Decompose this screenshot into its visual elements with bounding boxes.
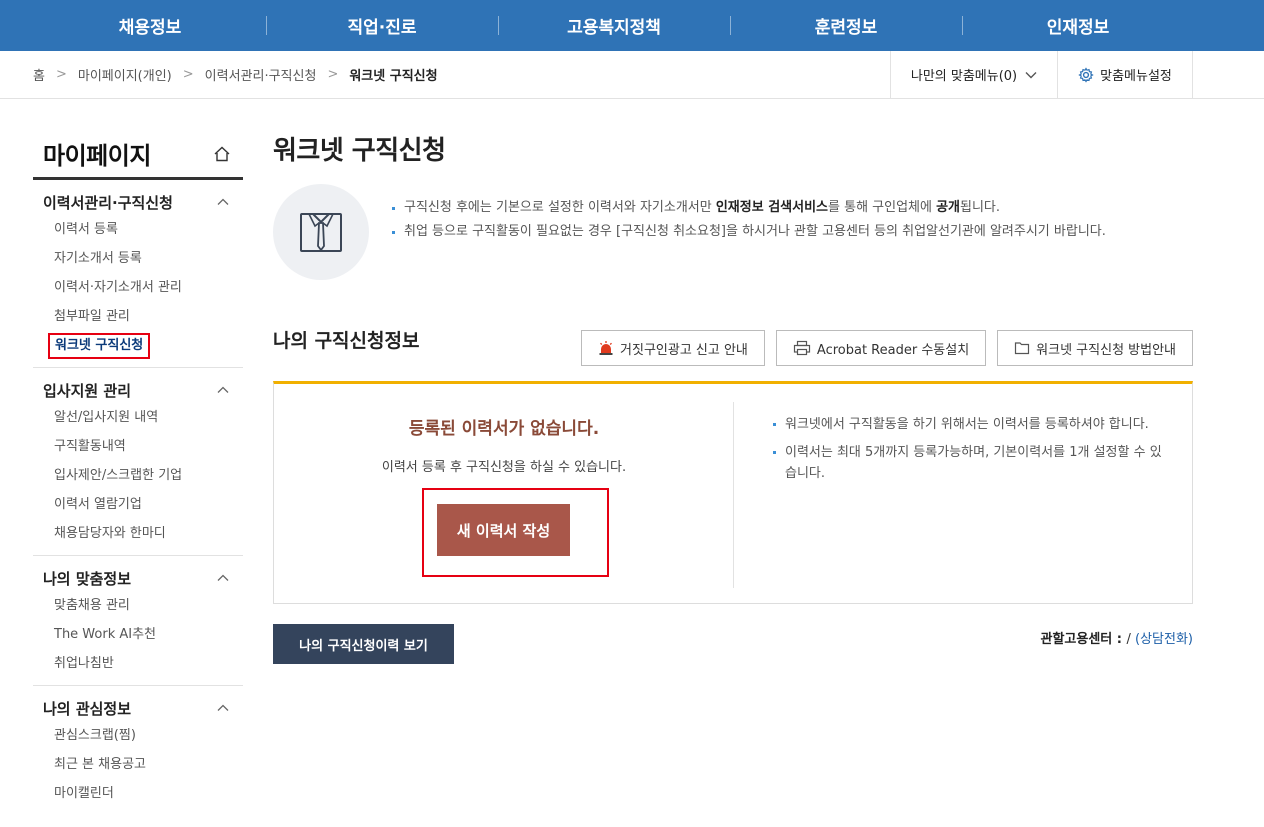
- chevron-up-icon: [217, 386, 229, 393]
- chevron-down-icon: [1025, 71, 1037, 78]
- empty-resume-panel: 등록된 이력서가 없습니다. 이력서 등록 후 구직신청을 하실 수 있습니다.…: [274, 384, 734, 604]
- breadcrumb-home[interactable]: 홈: [33, 65, 45, 84]
- employment-center-info: 관할고용센터 : / (상담전화): [1040, 628, 1193, 647]
- my-menu-dropdown[interactable]: 나만의 맞춤메뉴(0): [890, 51, 1058, 98]
- acrobat-install-button[interactable]: Acrobat Reader 수동설치: [775, 330, 987, 366]
- sidebar-group-title: 입사지원 관리: [43, 381, 132, 400]
- info-list: 구직신청 후에는 기본으로 설정한 이력서와 자기소개서만 인재정보 검색서비스…: [391, 196, 1191, 244]
- sidebar-item-attachment[interactable]: 첨부파일 관리: [33, 302, 243, 331]
- sidebar-item[interactable]: 입사제안/스크랩한 기업: [33, 461, 243, 490]
- breadcrumb-resume[interactable]: 이력서관리·구직신청: [205, 65, 317, 84]
- shirt-tie-icon: [300, 213, 342, 252]
- sidebar-item[interactable]: 관심스크랩(찜): [33, 721, 243, 750]
- breadcrumb: 홈 > 마이페이지(개인) > 이력서관리·구직신청 > 워크넷 구직신청: [33, 51, 438, 98]
- apply-history-button[interactable]: 나의 구직신청이력 보기: [273, 624, 454, 664]
- info-item: 취업 등으로 구직활동이 필요없는 경우 [구직신청 취소요청]을 하시거나 관…: [391, 220, 1191, 244]
- chevron-right-icon: >: [182, 67, 194, 82]
- gear-icon: [1078, 66, 1094, 83]
- sidebar-item[interactable]: 마이캘린더: [33, 779, 243, 808]
- sidebar-group-apply: 입사지원 관리 알선/입사지원 내역 구직활동내역 입사제안/스크랩한 기업 이…: [33, 368, 243, 556]
- sidebar-item[interactable]: The Work AI추천: [33, 620, 243, 649]
- resume-notes: 워크넷에서 구직활동을 하기 위해서는 이력서를 등록하셔야 합니다. 이력서는…: [772, 414, 1172, 491]
- sidebar-item[interactable]: 알선/입사지원 내역: [33, 403, 243, 432]
- printer-icon: [793, 340, 811, 356]
- sidebar-group-title: 이력서관리·구직신청: [43, 193, 173, 212]
- center-phone-link[interactable]: (상담전화): [1135, 632, 1193, 647]
- new-resume-button[interactable]: 새 이력서 작성: [437, 504, 570, 556]
- section-buttons: 거짓구인광고 신고 안내 Acrobat Reader 수동설치 워크넷 구직신…: [581, 330, 1193, 366]
- nav-jobs[interactable]: 채용정보: [34, 0, 266, 51]
- chevron-up-icon: [217, 574, 229, 581]
- note-item: 워크넷에서 구직활동을 하기 위해서는 이력서를 등록하셔야 합니다.: [772, 414, 1172, 435]
- siren-icon: [599, 341, 613, 355]
- sidebar-group-title: 나의 관심정보: [43, 699, 132, 718]
- apply-info-box: 등록된 이력서가 없습니다. 이력서 등록 후 구직신청을 하실 수 있습니다.…: [273, 381, 1193, 604]
- breadcrumb-bar: 홈 > 마이페이지(개인) > 이력서관리·구직신청 > 워크넷 구직신청 나만…: [0, 51, 1264, 99]
- nav-talent[interactable]: 인재정보: [962, 0, 1194, 51]
- breadcrumb-current: 워크넷 구직신청: [349, 69, 438, 84]
- note-item: 이력서는 최대 5개까지 등록가능하며, 기본이력서를 1개 설정할 수 있습니…: [772, 442, 1172, 484]
- chevron-up-icon: [217, 704, 229, 711]
- sidebar-item-intro-register[interactable]: 자기소개서 등록: [33, 244, 243, 273]
- sidebar-item-resume-manage[interactable]: 이력서·자기소개서 관리: [33, 273, 243, 302]
- sidebar-group-header[interactable]: 나의 맞춤정보: [33, 565, 243, 591]
- chevron-right-icon: >: [55, 67, 67, 82]
- menu-settings-label: 맞춤메뉴설정: [1100, 69, 1172, 84]
- center-label: 관할고용센터 :: [1040, 632, 1127, 647]
- sidebar-item-worknet-apply[interactable]: 워크넷 구직신청: [33, 331, 243, 360]
- sidebar-item-label: 워크넷 구직신청: [48, 333, 151, 359]
- breadcrumb-mypage[interactable]: 마이페이지(개인): [78, 65, 172, 84]
- section-title: 나의 구직신청정보: [273, 330, 420, 352]
- sidebar-item[interactable]: 채용담당자와 한마디: [33, 519, 243, 548]
- center-value: /: [1126, 632, 1136, 647]
- sidebar-title-text: 마이페이지: [43, 142, 151, 170]
- sidebar-group-title: 나의 맞춤정보: [43, 569, 132, 588]
- sidebar-item[interactable]: 취업나침반: [33, 649, 243, 678]
- chevron-right-icon: >: [327, 67, 339, 82]
- sidebar-item[interactable]: 이력서 열람기업: [33, 490, 243, 519]
- home-icon[interactable]: [213, 145, 231, 163]
- button-label: 워크넷 구직신청 방법안내: [1036, 342, 1176, 358]
- sidebar-title: 마이페이지: [33, 130, 243, 180]
- sidebar-group-header[interactable]: 나의 관심정보: [33, 695, 243, 721]
- sidebar: 마이페이지 이력서관리·구직신청 이력서 등록 자기소개서 등록 이력서·자기소…: [33, 130, 243, 815]
- nav-training[interactable]: 훈련정보: [730, 0, 962, 51]
- sidebar-item[interactable]: 맞춤채용 관리: [33, 591, 243, 620]
- sidebar-group-header[interactable]: 입사지원 관리: [33, 377, 243, 403]
- sidebar-item[interactable]: 구직활동내역: [33, 432, 243, 461]
- empty-subtitle: 이력서 등록 후 구직신청을 하실 수 있습니다.: [381, 460, 627, 475]
- main-content: 워크넷 구직신청 구직신청 후에는 기본으로 설정한 이력서와 자기소개서만 인…: [273, 130, 1193, 664]
- sidebar-group-interest: 나의 관심정보 관심스크랩(찜) 최근 본 채용공고 마이캘린더: [33, 686, 243, 815]
- menu-settings-button[interactable]: 맞춤메뉴설정: [1058, 51, 1193, 98]
- sidebar-item[interactable]: 최근 본 채용공고: [33, 750, 243, 779]
- chevron-up-icon: [217, 198, 229, 205]
- highlight-frame: 새 이력서 작성: [422, 488, 609, 577]
- empty-title: 등록된 이력서가 없습니다.: [408, 419, 600, 439]
- info-item: 구직신청 후에는 기본으로 설정한 이력서와 자기소개서만 인재정보 검색서비스…: [391, 196, 1191, 220]
- fake-ad-report-button[interactable]: 거짓구인광고 신고 안내: [581, 330, 765, 366]
- button-label: Acrobat Reader 수동설치: [816, 342, 970, 358]
- sidebar-group-resume: 이력서관리·구직신청 이력서 등록 자기소개서 등록 이력서·자기소개서 관리 …: [33, 180, 243, 368]
- page-title: 워크넷 구직신청: [273, 136, 446, 166]
- apply-guide-button[interactable]: 워크넷 구직신청 방법안내: [997, 330, 1193, 366]
- nav-career[interactable]: 직업·진로: [266, 0, 498, 51]
- info-icon-circle: [273, 184, 369, 280]
- folder-icon: [1015, 342, 1030, 355]
- divider: [733, 402, 734, 588]
- nav-welfare[interactable]: 고용복지정책: [498, 0, 730, 51]
- sidebar-item-resume-register[interactable]: 이력서 등록: [33, 215, 243, 244]
- my-menu-label: 나만의 맞춤메뉴(0): [910, 69, 1018, 84]
- top-nav: 채용정보 직업·진로 고용복지정책 훈련정보 인재정보: [0, 0, 1264, 51]
- sidebar-group-header[interactable]: 이력서관리·구직신청: [33, 189, 243, 215]
- button-label: 거짓구인광고 신고 안내: [620, 342, 748, 358]
- info-panel: 구직신청 후에는 기본으로 설정한 이력서와 자기소개서만 인재정보 검색서비스…: [273, 184, 1193, 284]
- sidebar-group-custom: 나의 맞춤정보 맞춤채용 관리 The Work AI추천 취업나침반: [33, 556, 243, 686]
